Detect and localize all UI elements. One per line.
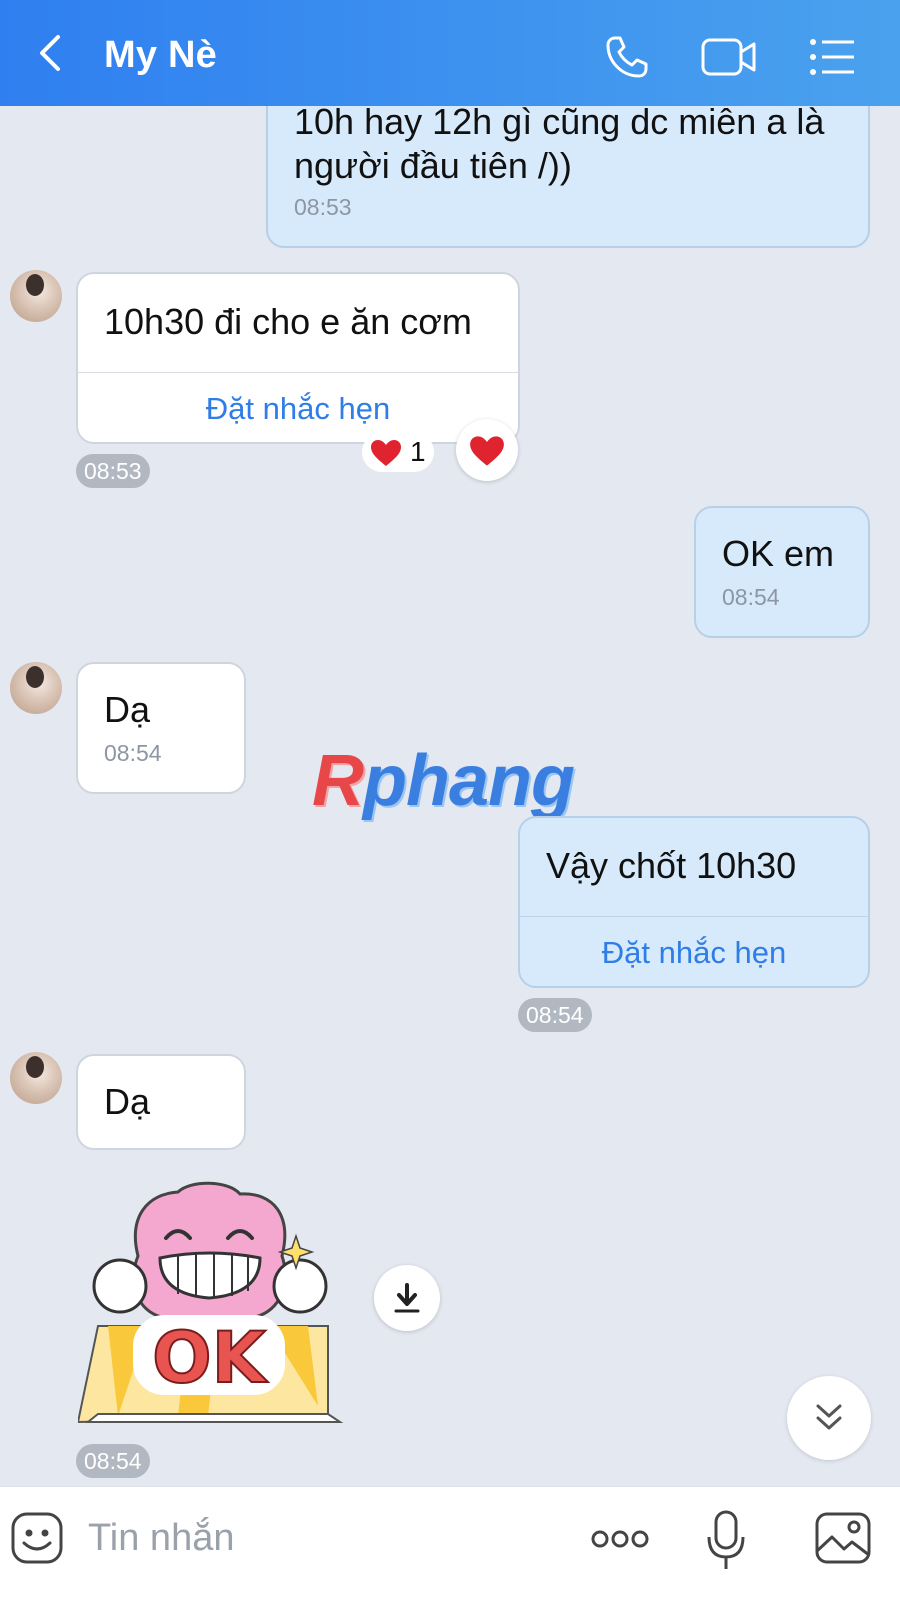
watermark-logo: Rphang — [312, 741, 575, 821]
reaction-summary[interactable]: 1 — [362, 432, 434, 472]
message-time: 08:54 — [76, 1444, 150, 1478]
contact-name[interactable]: My Nè — [104, 34, 217, 77]
message-bubble-incoming[interactable]: Dạ 08:54 — [76, 662, 246, 794]
video-icon[interactable] — [700, 32, 758, 82]
message-bubble-outgoing[interactable]: Vậy chốt 10h30 Đặt nhắc hẹn — [518, 816, 870, 988]
avatar[interactable] — [10, 662, 62, 714]
back-icon[interactable] — [30, 33, 70, 73]
message-text: Dạ — [104, 1081, 151, 1122]
message-text: OK em — [722, 533, 835, 574]
message-text: 10h30 đi cho e ăn cơm — [104, 301, 472, 342]
chevron-double-down-icon — [816, 1404, 842, 1430]
message-input[interactable]: Tin nhắn — [88, 1517, 234, 1560]
message-composer: Tin nhắn — [0, 1486, 900, 1601]
avatar[interactable] — [10, 270, 62, 322]
download-icon — [394, 1283, 420, 1313]
emoji-icon[interactable] — [10, 1511, 64, 1565]
more-icon[interactable] — [590, 1527, 650, 1551]
avatar[interactable] — [10, 1052, 62, 1104]
phone-icon[interactable] — [602, 32, 652, 82]
message-bubble-outgoing[interactable]: OK em 08:54 — [694, 506, 870, 638]
heart-icon — [371, 440, 401, 466]
reaction-count: 1 — [410, 436, 426, 467]
message-time: 08:54 — [104, 740, 162, 766]
message-text: Dạ — [104, 689, 151, 730]
sticker-label: OK — [152, 1317, 269, 1399]
microphone-icon[interactable] — [706, 1509, 746, 1571]
message-time: 08:54 — [518, 998, 592, 1032]
message-text: Vậy chốt 10h30 — [546, 845, 797, 886]
download-button[interactable] — [374, 1265, 440, 1331]
set-reminder-link[interactable]: Đặt nhắc hẹn — [78, 373, 518, 427]
scroll-to-bottom-button[interactable] — [787, 1376, 871, 1460]
ok-sticker[interactable]: OK — [78, 1176, 350, 1426]
message-time: 08:53 — [76, 454, 150, 488]
image-icon[interactable] — [814, 1511, 872, 1565]
message-time: 08:54 — [722, 584, 780, 610]
message-bubble-incoming[interactable]: 10h30 đi cho e ăn cơm Đặt nhắc hẹn — [76, 272, 520, 444]
heart-icon — [470, 436, 504, 466]
menu-icon[interactable] — [808, 32, 858, 82]
message-time: 08:53 — [294, 194, 352, 220]
set-reminder-link[interactable]: Đặt nhắc hẹn — [520, 917, 868, 971]
chat-header: My Nè — [0, 0, 900, 106]
react-button[interactable] — [456, 419, 518, 481]
message-bubble-incoming[interactable]: Dạ — [76, 1054, 246, 1150]
